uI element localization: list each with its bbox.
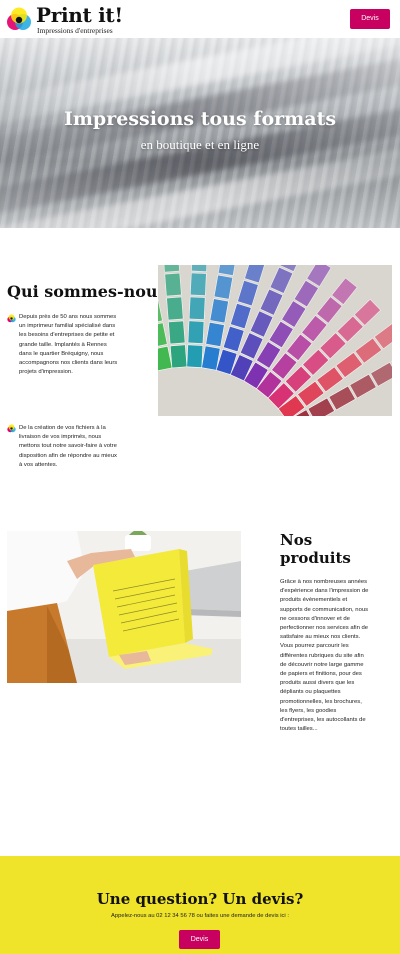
cta-devis-button[interactable]: Devis xyxy=(179,930,220,949)
swatch-chip xyxy=(162,265,180,273)
cmyk-bullet-icon xyxy=(7,314,16,323)
hero-banner: Impressions tous formats en boutique et … xyxy=(0,38,400,228)
brochure-photo xyxy=(7,531,241,683)
swatch-chip xyxy=(168,320,186,345)
site-header: Print it! Impressions d'entreprises Devi… xyxy=(0,0,400,40)
cta-text: Appelez-nous au 02 12 34 56 78 ou faites… xyxy=(111,913,289,919)
logo-title[interactable]: Print it! xyxy=(36,4,123,26)
color-swatch-image xyxy=(158,265,392,416)
swatch-chip xyxy=(188,296,206,320)
swatch-chip xyxy=(166,296,184,321)
about-paragraph: Depuis près de 50 ans nous sommes un imp… xyxy=(19,314,118,376)
color-fan-illustration xyxy=(158,265,392,416)
cta-title: Une question? Un devis? xyxy=(96,890,304,908)
swatch-chip xyxy=(169,344,188,369)
logo-subtitle: Impressions d'entreprises xyxy=(37,26,113,35)
products-title: Nos produits xyxy=(280,531,351,567)
swatch-chip xyxy=(186,344,204,368)
about-paragraph: De la création de vos fichiers à la livr… xyxy=(19,425,117,468)
cta-section: Une question? Un devis? Appelez-nous au … xyxy=(0,856,400,954)
swatch-chip xyxy=(164,272,182,297)
brochure-illustration xyxy=(7,531,241,683)
about-title: Qui sommes-nous ? xyxy=(7,282,182,301)
devis-button[interactable]: Devis xyxy=(350,9,390,29)
hero-title: Impressions tous formats xyxy=(63,108,337,130)
logo-icon[interactable] xyxy=(6,7,32,33)
swatch-chip xyxy=(189,272,207,296)
cmyk-bullet-icon xyxy=(7,424,16,433)
hero-subtitle: en boutique et en ligne xyxy=(140,137,260,152)
swatch-chip xyxy=(187,320,205,344)
products-paragraph: Grâce à nos nombreuses années d'expérien… xyxy=(280,579,369,733)
swatch-chip xyxy=(191,265,208,272)
